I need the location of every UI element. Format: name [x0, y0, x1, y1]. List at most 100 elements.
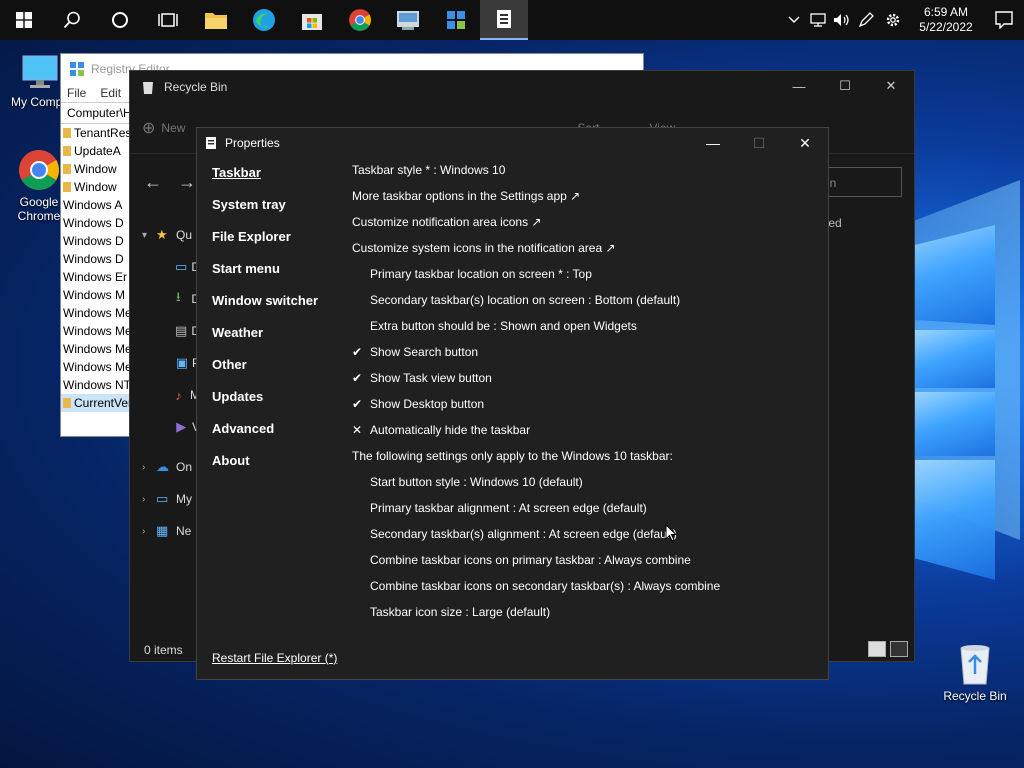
taskbar-control-panel[interactable]	[384, 0, 432, 40]
setting-option[interactable]: ✔ Show Desktop button	[352, 396, 822, 422]
nav-pane-item[interactable]: ▭D	[130, 251, 200, 283]
nav-pane-item[interactable]: ▾ ★ Qu	[130, 219, 200, 251]
desktop-icon-label: Recycle Bin	[943, 689, 1007, 703]
setting-option[interactable]: Primary taskbar location on screen * : T…	[352, 266, 822, 292]
nav-about[interactable]: About	[212, 453, 342, 485]
downloads-icon: ⭳	[175, 289, 181, 304]
setting-option-label: Secondary taskbar(s) location on screen …	[370, 293, 681, 307]
nav-window-switcher[interactable]: Window switcher	[212, 293, 342, 325]
setting-option-label: Primary taskbar alignment : At screen ed…	[370, 501, 647, 515]
desktop-folder-icon: ▭	[175, 259, 188, 274]
setting-option-label: More taskbar options in the Settings app…	[352, 189, 581, 203]
taskbar-regedit[interactable]	[432, 0, 480, 40]
chevron-up-icon[interactable]	[782, 0, 806, 40]
nav-start-menu[interactable]: Start menu	[212, 261, 342, 293]
nav-pane-label: Ne	[176, 524, 192, 538]
folder-icon	[63, 146, 71, 156]
nav-advanced[interactable]: Advanced	[212, 421, 342, 453]
minimize-button[interactable]: —	[690, 128, 736, 158]
nav-pane-item[interactable]: ▤D	[130, 315, 200, 347]
registry-key-label: Windows A	[63, 198, 123, 212]
start-button[interactable]	[0, 0, 48, 40]
setting-option[interactable]: Combine taskbar icons on secondary taskb…	[352, 578, 822, 604]
new-icon: ⊕	[142, 120, 156, 137]
menu-edit[interactable]: Edit	[100, 86, 121, 100]
large-icons-view-button[interactable]	[890, 641, 908, 657]
chevron-right-icon[interactable]: ›	[142, 526, 156, 537]
menu-file[interactable]: File	[67, 86, 86, 100]
registry-key-label: Windows Med	[63, 324, 139, 338]
close-button[interactable]: ✕	[782, 128, 828, 158]
network-icon[interactable]	[806, 0, 830, 40]
details-view-button[interactable]	[868, 641, 886, 657]
pen-icon[interactable]	[854, 0, 878, 40]
setting-option[interactable]: Secondary taskbar(s) alignment : At scre…	[352, 526, 822, 552]
properties-dialog[interactable]: Properties — ☐ ✕ Taskbar System tray File …	[196, 127, 829, 680]
setting-option[interactable]: Extra button should be : Shown and open …	[352, 318, 822, 344]
taskbar-store[interactable]	[288, 0, 336, 40]
checkmark-icon: ✔	[352, 345, 363, 359]
taskbar-properties-app[interactable]	[480, 0, 528, 40]
nav-weather[interactable]: Weather	[212, 325, 342, 357]
cortana-button[interactable]	[96, 0, 144, 40]
regedit-icon	[70, 62, 84, 76]
chevron-down-icon[interactable]: ▾	[142, 230, 156, 241]
registry-key-label: Windows D	[63, 234, 124, 248]
setting-option[interactable]: Start button style : Windows 10 (default…	[352, 474, 822, 500]
taskbar-clock[interactable]: 6:59 AM 5/22/2022	[908, 5, 984, 35]
nav-system-tray[interactable]: System tray	[212, 197, 342, 229]
chevron-right-icon[interactable]: ›	[142, 462, 156, 473]
setting-option: The following settings only apply to the…	[352, 448, 822, 474]
nav-pane-item[interactable]: ▶V	[130, 411, 200, 443]
action-center-button[interactable]	[984, 0, 1024, 40]
nav-taskbar[interactable]: Taskbar	[212, 165, 342, 197]
setting-option[interactable]: Taskbar style * : Windows 10	[352, 162, 822, 188]
nav-pane-item[interactable]: › ☁ On	[130, 451, 200, 483]
search-button[interactable]	[48, 0, 96, 40]
nav-pane-item[interactable]: › ▭ My	[130, 483, 200, 515]
setting-option[interactable]: ✔ Show Search button	[352, 344, 822, 370]
task-view-button[interactable]	[144, 0, 192, 40]
setting-option[interactable]: Customize notification area icons ↗	[352, 214, 822, 240]
window-title: Recycle Bin	[164, 80, 228, 94]
setting-option-label: Customize notification area icons ↗	[352, 215, 542, 229]
nav-other[interactable]: Other	[212, 357, 342, 389]
back-arrow-icon[interactable]: ←	[144, 172, 162, 193]
nav-pane-item[interactable]: ♪ M	[130, 379, 200, 411]
close-button[interactable]: ✕	[868, 71, 914, 101]
gear-icon[interactable]	[878, 0, 908, 40]
taskbar-chrome[interactable]	[336, 0, 384, 40]
store-icon	[302, 14, 322, 30]
taskbar-file-explorer[interactable]	[192, 0, 240, 40]
setting-option[interactable]: Customize system icons in the notificati…	[352, 240, 822, 266]
setting-option[interactable]: ✔ Show Task view button	[352, 370, 822, 396]
nav-file-explorer[interactable]: File Explorer	[212, 229, 342, 261]
setting-option[interactable]: Combine taskbar icons on primary taskbar…	[352, 552, 822, 578]
setting-option[interactable]: Taskbar icon size : Large (default)	[352, 604, 822, 630]
this-pc-icon: ▭	[156, 491, 169, 506]
minimize-button[interactable]: —	[776, 71, 822, 101]
star-icon: ★	[156, 227, 168, 242]
registry-key-label: Window	[74, 180, 117, 194]
forward-arrow-icon[interactable]: →	[178, 172, 196, 193]
recycle-bin-small-icon	[143, 82, 153, 94]
setting-option[interactable]: Primary taskbar alignment : At screen ed…	[352, 500, 822, 526]
chevron-right-icon[interactable]: ›	[142, 494, 156, 505]
setting-option[interactable]: ✕ Automatically hide the taskbar	[352, 422, 822, 448]
setting-option[interactable]: Secondary taskbar(s) location on screen …	[352, 292, 822, 318]
restart-file-explorer-link[interactable]: Restart File Explorer (*)	[212, 651, 337, 665]
volume-icon[interactable]	[830, 0, 854, 40]
desktop-icon-recycle-bin[interactable]: Recycle Bin	[935, 642, 1015, 703]
clock-time: 6:59 AM	[923, 5, 969, 19]
setting-option[interactable]: More taskbar options in the Settings app…	[352, 188, 822, 214]
nav-pane-item[interactable]: ▣P	[130, 347, 200, 379]
nav-updates[interactable]: Updates	[212, 389, 342, 421]
registry-key-label: Windows Er	[63, 270, 128, 284]
taskbar-edge[interactable]	[240, 0, 288, 40]
nav-pane-item[interactable]: › ▦ Ne	[130, 515, 200, 547]
search-input[interactable]: in	[822, 167, 902, 197]
new-button[interactable]: New	[161, 121, 185, 135]
maximize-button[interactable]: ☐	[822, 71, 868, 101]
nav-pane-item[interactable]: ⭳D	[130, 283, 200, 315]
edge-icon	[253, 9, 275, 31]
